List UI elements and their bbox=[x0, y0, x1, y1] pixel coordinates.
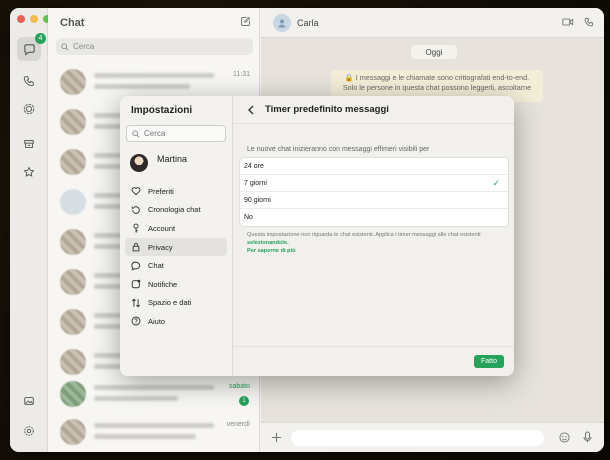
minimize-window-button[interactable] bbox=[30, 15, 38, 23]
plus-icon[interactable] bbox=[271, 432, 282, 443]
avatar bbox=[60, 349, 86, 375]
search-icon bbox=[132, 129, 140, 138]
settings-search-placeholder: Cerca bbox=[144, 129, 166, 138]
learn-more-link[interactable]: Per saperne di più bbox=[247, 247, 507, 255]
person-icon bbox=[278, 19, 286, 28]
info-note: Questa impostazione non riguarda le chat… bbox=[247, 231, 507, 255]
avatar bbox=[60, 229, 86, 255]
profile-name: Martina bbox=[157, 153, 188, 164]
contact-name[interactable]: Carla bbox=[297, 18, 319, 28]
unread-badge: 1 bbox=[239, 396, 249, 406]
rail-starred-button[interactable] bbox=[17, 160, 41, 184]
settings-detail-panel: Timer predefinito messaggi Le nuove chat… bbox=[233, 96, 514, 376]
search-icon bbox=[61, 42, 69, 51]
bell-icon bbox=[131, 280, 141, 289]
chat-bubble-icon bbox=[131, 261, 141, 271]
composer-bar bbox=[261, 422, 604, 452]
heart-icon bbox=[131, 187, 141, 196]
chat-search-input[interactable]: Cerca bbox=[56, 38, 253, 55]
history-icon bbox=[131, 206, 140, 214]
rail-media-button[interactable] bbox=[17, 389, 41, 413]
left-rail: 4 bbox=[10, 8, 51, 452]
key-icon bbox=[133, 224, 139, 233]
settings-menu-chat[interactable]: Chat bbox=[125, 256, 227, 275]
settings-menu-cronologia-chat[interactable]: Cronologia chat bbox=[125, 201, 227, 220]
avatar bbox=[60, 149, 86, 175]
chat-list-item[interactable]: venerdì bbox=[56, 414, 252, 452]
rail-settings-button[interactable] bbox=[17, 419, 41, 443]
rail-calls-button[interactable] bbox=[17, 69, 41, 93]
avatar bbox=[60, 189, 86, 215]
settings-menu-aiuto[interactable]: Aiuto bbox=[125, 312, 227, 331]
chat-time: 11:31 bbox=[233, 71, 250, 78]
settings-search-input[interactable]: Cerca bbox=[126, 125, 226, 142]
avatar bbox=[60, 381, 86, 407]
media-icon bbox=[24, 397, 34, 405]
select-existing-link[interactable]: selezionandole. bbox=[247, 240, 289, 246]
option-7-giorni[interactable]: 7 giorni ✓ bbox=[240, 175, 508, 192]
done-button[interactable]: Fatto bbox=[474, 355, 504, 368]
new-chat-button[interactable] bbox=[240, 16, 251, 27]
avatar bbox=[60, 69, 86, 95]
microphone-icon[interactable] bbox=[583, 431, 592, 443]
panel-footer: Fatto bbox=[233, 346, 514, 376]
settings-dialog: Impostazioni Cerca Martina Preferiti Cro… bbox=[120, 96, 514, 376]
close-window-button[interactable] bbox=[17, 15, 25, 23]
avatar bbox=[130, 154, 148, 172]
gear-icon bbox=[24, 426, 34, 436]
settings-sidebar: Impostazioni Cerca Martina Preferiti Cro… bbox=[120, 96, 233, 376]
rail-status-button[interactable] bbox=[17, 97, 41, 121]
chat-time: sabato bbox=[228, 383, 250, 390]
avatar bbox=[60, 309, 86, 335]
settings-title: Impostazioni bbox=[131, 105, 193, 116]
chat-bubble-icon bbox=[23, 43, 35, 56]
rail-chats-button[interactable]: 4 bbox=[17, 33, 46, 61]
chat-time: venerdì bbox=[226, 421, 250, 428]
date-separator: Oggi bbox=[411, 45, 457, 59]
avatar bbox=[60, 269, 86, 295]
status-icon bbox=[23, 103, 35, 115]
lock-icon bbox=[132, 243, 140, 252]
message-input[interactable] bbox=[291, 430, 544, 446]
settings-menu-preferiti[interactable]: Preferiti bbox=[125, 182, 227, 201]
compose-icon bbox=[241, 16, 251, 26]
emoji-icon[interactable] bbox=[559, 432, 570, 443]
panel-header: Timer predefinito messaggi bbox=[233, 96, 514, 124]
phone-icon[interactable] bbox=[584, 17, 594, 27]
option-24-ore[interactable]: 24 ore bbox=[240, 158, 508, 175]
settings-menu-account[interactable]: Account bbox=[125, 219, 227, 238]
avatar bbox=[60, 419, 86, 445]
phone-icon bbox=[23, 76, 34, 87]
timer-options-list: 24 ore 7 giorni ✓ 90 giorni No bbox=[239, 157, 509, 227]
star-icon bbox=[23, 166, 35, 177]
arrows-icon bbox=[131, 298, 141, 308]
chat-list-title: Chat bbox=[60, 17, 85, 29]
chat-search-placeholder: Cerca bbox=[73, 42, 95, 51]
chats-badge: 4 bbox=[35, 33, 46, 44]
profile-entry[interactable]: Martina bbox=[130, 154, 187, 172]
panel-title: Timer predefinito messaggi bbox=[265, 104, 389, 115]
option-90-giorni[interactable]: 90 giorni bbox=[240, 192, 508, 209]
window-controls bbox=[17, 15, 51, 23]
chat-list-item[interactable]: sabato 1 bbox=[56, 376, 252, 414]
settings-menu-spazio-e-dati[interactable]: Spazio e dati bbox=[125, 294, 227, 313]
archive-icon bbox=[24, 140, 34, 148]
contact-avatar[interactable] bbox=[273, 14, 291, 32]
app-window: 4 Chat Cerca 11:31 sabato 1 venerdì Carl… bbox=[10, 8, 604, 452]
settings-menu: Preferiti Cronologia chat Account Privac… bbox=[125, 182, 227, 331]
settings-menu-privacy[interactable]: Privacy bbox=[125, 237, 227, 257]
avatar bbox=[60, 109, 86, 135]
option-no[interactable]: No bbox=[240, 209, 508, 226]
back-chevron-icon[interactable] bbox=[247, 105, 255, 115]
settings-menu-notifiche[interactable]: Notifiche bbox=[125, 275, 227, 294]
panel-subtitle: Le nuove chat inizieranno con messaggi e… bbox=[247, 146, 430, 153]
checkmark-icon: ✓ bbox=[492, 177, 500, 188]
conversation-header: Carla bbox=[261, 8, 604, 38]
video-call-icon[interactable] bbox=[562, 17, 574, 27]
rail-archive-button[interactable] bbox=[17, 132, 41, 156]
help-icon bbox=[131, 316, 141, 326]
